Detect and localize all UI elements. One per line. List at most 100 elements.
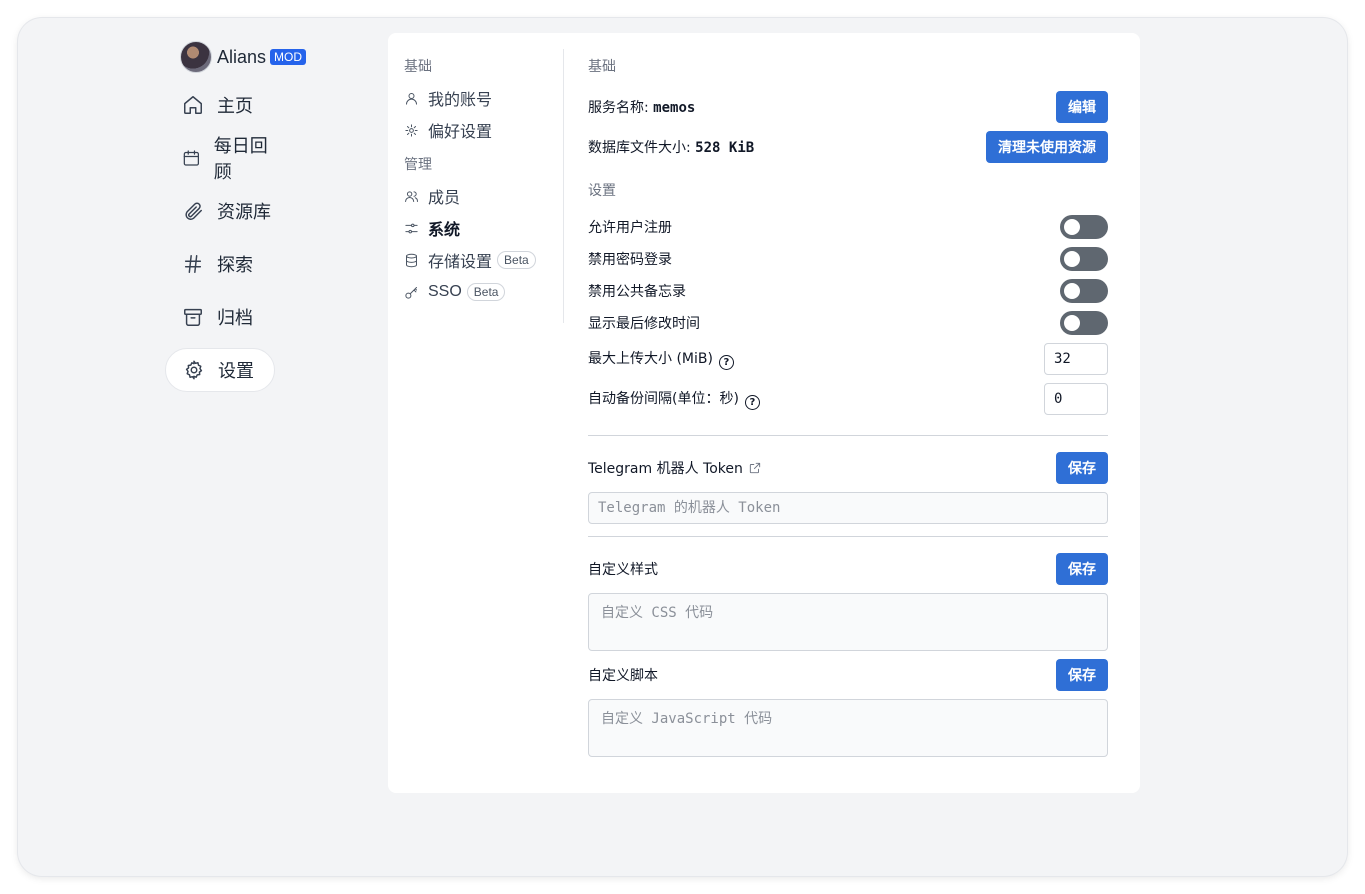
external-link-icon[interactable] xyxy=(748,461,762,475)
sliders-icon xyxy=(405,223,418,233)
sidebar-item-explore[interactable]: 探索 xyxy=(165,242,275,286)
allow-signup-toggle[interactable] xyxy=(1060,215,1108,239)
telegram-label-wrap: Telegram 机器人 Token xyxy=(588,458,762,478)
backup-interval-row: 自动备份间隔(单位：秒)? xyxy=(588,383,1108,415)
section-heading-basic: 基础 xyxy=(588,59,616,75)
database-icon xyxy=(406,253,417,267)
save-telegram-button[interactable]: 保存 xyxy=(1056,452,1108,484)
custom-script-row: 自定义脚本 保存 xyxy=(588,659,1108,691)
vacuum-button[interactable]: 清理未使用资源 xyxy=(986,131,1108,163)
server-name-label: 服务名称: xyxy=(588,100,654,116)
backup-interval-input[interactable] xyxy=(1044,383,1108,415)
subnav-item-label: 系统 xyxy=(428,220,461,239)
max-upload-label-wrap: 最大上传大小 (MiB)? xyxy=(588,348,734,370)
telegram-token-label: Telegram 机器人 Token xyxy=(588,461,743,477)
subnav-divider xyxy=(563,49,564,323)
calendar-icon xyxy=(183,150,200,166)
help-icon[interactable]: ? xyxy=(718,355,734,370)
key-icon xyxy=(405,286,417,299)
subnav-item-label: 成员 xyxy=(428,188,461,207)
user-profile[interactable]: Alians MOD xyxy=(180,40,375,74)
beta-badge: Beta xyxy=(466,283,506,301)
divider xyxy=(588,536,1108,537)
user-icon xyxy=(406,92,417,105)
settings-subnav: 基础 我的账号 偏好设置 管理 成员 系统 存储设置 Beta SSO Beta xyxy=(404,57,564,308)
sidebar-item-home[interactable]: 主页 xyxy=(165,83,275,127)
system-settings-panel: 基础 服务名称: memos 编辑 数据库文件大小: 528 KiB 清理未使用… xyxy=(588,57,1108,757)
gear-icon xyxy=(185,360,203,380)
subnav-item-storage[interactable]: 存储设置 Beta xyxy=(404,244,564,276)
sidebar-item-archive[interactable]: 归档 xyxy=(165,295,275,339)
telegram-token-input[interactable] xyxy=(588,492,1108,524)
max-upload-row: 最大上传大小 (MiB)? xyxy=(588,343,1108,375)
subnav-item-label: 存储设置 xyxy=(428,252,493,271)
toggle-label: 显示最后修改时间 xyxy=(588,316,700,332)
subnav-item-members[interactable]: 成员 xyxy=(404,180,564,212)
cog-icon xyxy=(405,123,418,137)
max-upload-input[interactable] xyxy=(1044,343,1108,375)
edit-button[interactable]: 编辑 xyxy=(1056,91,1108,123)
toggle-row-show-updated-time: 显示最后修改时间 xyxy=(588,311,1108,335)
beta-badge: Beta xyxy=(497,251,536,269)
user-name: Alians xyxy=(217,46,267,67)
users-icon xyxy=(405,190,418,202)
subnav-item-label: SSO xyxy=(428,283,462,300)
custom-style-row: 自定义样式 保存 xyxy=(588,553,1108,585)
subnav-heading-basic: 基础 xyxy=(404,59,432,75)
db-size-text: 数据库文件大小: 528 KiB xyxy=(588,137,754,157)
toggle-label: 允许用户注册 xyxy=(588,220,672,236)
telegram-token-row: Telegram 机器人 Token 保存 xyxy=(588,452,1108,484)
sidebar-item-label: 探索 xyxy=(217,255,253,276)
sidebar-item-label: 归档 xyxy=(217,308,253,329)
toggle-row-disable-public-memos: 禁用公共备忘录 xyxy=(588,279,1108,303)
subnav-item-label: 我的账号 xyxy=(428,90,493,109)
save-custom-style-button[interactable]: 保存 xyxy=(1056,553,1108,585)
toggle-row-disable-password-login: 禁用密码登录 xyxy=(588,247,1108,271)
server-name-value: memos xyxy=(653,100,696,116)
hash-icon xyxy=(184,255,202,273)
subnav-item-account[interactable]: 我的账号 xyxy=(404,82,564,114)
sidebar-item-label: 每日回顾 xyxy=(213,136,268,183)
max-upload-label: 最大上传大小 (MiB) xyxy=(588,351,713,367)
toggle-row-allow-signup: 允许用户注册 xyxy=(588,215,1108,239)
toggle-label: 禁用密码登录 xyxy=(588,252,672,268)
sidebar-item-resources[interactable]: 资源库 xyxy=(165,189,275,233)
toggle-label: 禁用公共备忘录 xyxy=(588,284,686,300)
settings-card: 基础 我的账号 偏好设置 管理 成员 系统 存储设置 Beta SSO Beta… xyxy=(388,33,1140,793)
subnav-item-preferences[interactable]: 偏好设置 xyxy=(404,114,564,146)
backup-interval-label: 自动备份间隔(单位：秒) xyxy=(588,391,739,407)
show-updated-time-toggle[interactable] xyxy=(1060,311,1108,335)
save-custom-script-button[interactable]: 保存 xyxy=(1056,659,1108,691)
sidebar-item-settings[interactable]: 设置 xyxy=(165,348,275,392)
sidebar-item-daily-review[interactable]: 每日回顾 xyxy=(165,136,275,183)
app-window: Alians MOD 主页 每日回顾 资源库 探索 归档 设置 基础 我的账号 … xyxy=(18,18,1347,876)
role-badge: MOD xyxy=(270,49,307,65)
custom-js-textarea[interactable] xyxy=(588,699,1108,757)
custom-css-textarea[interactable] xyxy=(588,593,1108,651)
server-name-text: 服务名称: memos xyxy=(588,97,695,117)
avatar xyxy=(180,41,212,73)
sidebar: Alians MOD 主页 每日回顾 资源库 探索 归档 设置 xyxy=(165,40,375,392)
db-size-label: 数据库文件大小: xyxy=(588,140,696,156)
paperclip-icon xyxy=(185,202,202,220)
subnav-item-sso[interactable]: SSO Beta xyxy=(404,276,564,308)
help-icon[interactable]: ? xyxy=(744,395,760,410)
divider xyxy=(588,435,1108,436)
sidebar-item-label: 设置 xyxy=(218,361,254,382)
sidebar-item-label: 主页 xyxy=(217,96,253,117)
section-heading-settings: 设置 xyxy=(588,183,616,199)
backup-interval-label-wrap: 自动备份间隔(单位：秒)? xyxy=(588,388,760,410)
custom-style-label: 自定义样式 xyxy=(588,562,658,578)
db-size-value: 528 KiB xyxy=(695,140,755,156)
custom-script-label: 自定义脚本 xyxy=(588,668,658,684)
archive-icon xyxy=(184,308,202,326)
subnav-heading-admin: 管理 xyxy=(404,157,432,173)
home-icon xyxy=(184,96,202,114)
sidebar-item-label: 资源库 xyxy=(217,202,271,223)
subnav-item-system[interactable]: 系统 xyxy=(404,212,564,244)
server-name-row: 服务名称: memos 编辑 xyxy=(588,91,1108,123)
disable-public-memos-toggle[interactable] xyxy=(1060,279,1108,303)
db-size-row: 数据库文件大小: 528 KiB 清理未使用资源 xyxy=(588,131,1108,163)
disable-password-login-toggle[interactable] xyxy=(1060,247,1108,271)
subnav-item-label: 偏好设置 xyxy=(428,122,493,141)
